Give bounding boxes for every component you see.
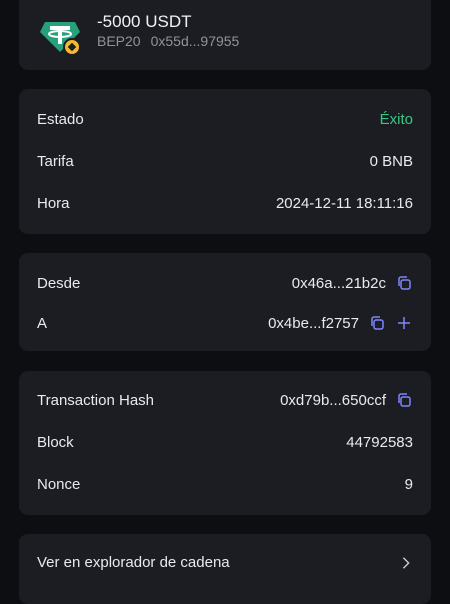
time-label: Hora: [37, 194, 70, 212]
to-label: A: [37, 314, 48, 332]
status-label: Estado: [37, 110, 84, 128]
to-address: 0x4be...f2757: [268, 314, 359, 332]
nonce-value: 9: [404, 475, 413, 493]
nonce-label: Nonce: [37, 475, 81, 493]
addresses-card: Desde 0x46a...21b2c A 0x4be...f2757: [19, 253, 431, 351]
time-row: Hora 2024-12-11 18:11:16: [37, 192, 413, 214]
add-contact-icon[interactable]: [395, 314, 413, 332]
token-header-card: -5000 USDT BEP20 0x55d...97955: [19, 0, 431, 70]
from-address: 0x46a...21b2c: [291, 274, 386, 292]
fee-label: Tarifa: [37, 152, 74, 170]
hash-value: 0xd79b...650ccf: [280, 391, 386, 409]
bnb-badge-icon: [63, 38, 81, 56]
status-value: Éxito: [379, 110, 413, 128]
from-row: Desde 0x46a...21b2c: [37, 272, 413, 294]
copy-icon[interactable]: [395, 391, 413, 409]
explorer-link-card[interactable]: Ver en explorador de cadena: [19, 534, 431, 604]
explorer-link-label[interactable]: Ver en explorador de cadena: [37, 554, 230, 571]
tether-logo-icon: [39, 14, 81, 56]
time-value: 2024-12-11 18:11:16: [275, 194, 413, 212]
block-label: Block: [37, 433, 74, 451]
status-row: Estado Éxito: [37, 108, 413, 130]
status-card: Estado Éxito Tarifa 0 BNB Hora 2024-12-1…: [19, 89, 431, 234]
block-row: Block 44792583: [37, 431, 413, 453]
contract-address: 0x55d...97955: [150, 33, 240, 49]
transaction-card: Transaction Hash 0xd79b...650ccf Block 4…: [19, 371, 431, 515]
transaction-amount: -5000 USDT: [97, 12, 192, 31]
network-label: BEP20: [97, 33, 141, 49]
to-row: A 0x4be...f2757: [37, 312, 413, 334]
copy-icon[interactable]: [368, 314, 386, 332]
token-subtitle: BEP20 0x55d...97955: [97, 33, 239, 49]
from-label: Desde: [37, 274, 81, 292]
hash-row: Transaction Hash 0xd79b...650ccf: [37, 389, 413, 411]
nonce-row: Nonce 9: [37, 473, 413, 495]
hash-label: Transaction Hash: [37, 391, 154, 409]
copy-icon[interactable]: [395, 274, 413, 292]
fee-value: 0 BNB: [369, 152, 413, 170]
chevron-right-icon: [399, 556, 413, 570]
fee-row: Tarifa 0 BNB: [37, 150, 413, 172]
block-value: 44792583: [346, 433, 413, 451]
